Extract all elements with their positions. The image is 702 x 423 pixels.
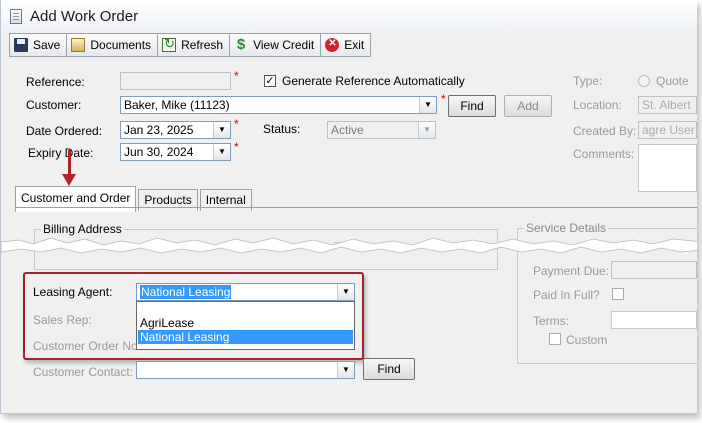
customer-contact-label: Customer Contact:	[33, 365, 134, 379]
paid-in-full-label: Paid In Full?	[533, 288, 600, 302]
customer-required-mark: *	[441, 92, 446, 106]
expiry-date-value: Jun 30, 2024	[124, 145, 194, 159]
documents-label: Documents	[90, 38, 152, 52]
leasing-option-national-leasing[interactable]: National Leasing	[138, 330, 353, 344]
chevron-down-icon[interactable]: ▼	[418, 122, 435, 138]
expiry-date-picker[interactable]: Jun 30, 2024 ▼	[120, 143, 231, 161]
generate-reference-checkbox[interactable]: ✓	[264, 75, 276, 87]
save-label: Save	[33, 38, 61, 52]
created-by-label: Created By:	[573, 124, 637, 138]
quote-radio[interactable]	[638, 75, 650, 87]
customer-value: Baker, Mike (11123)	[124, 98, 230, 112]
status-value: Active	[331, 123, 364, 137]
leasing-option-agrilease[interactable]: AgriLease	[138, 316, 353, 330]
dollar-icon: $	[236, 36, 246, 53]
reference-required-mark: *	[234, 69, 239, 83]
customer-label: Customer:	[26, 98, 82, 112]
refresh-icon	[162, 36, 177, 52]
customer-add-button[interactable]: Add	[504, 95, 552, 117]
date-ordered-required-mark: *	[234, 117, 239, 131]
reference-label: Reference:	[26, 75, 85, 89]
paid-in-full-checkbox[interactable]	[612, 288, 624, 300]
location-field[interactable]: St. Albert	[638, 96, 697, 114]
view-credit-label: View Credit	[253, 38, 315, 52]
custom-checkbox[interactable]	[549, 333, 561, 345]
terms-field[interactable]	[611, 311, 697, 329]
tab-strip: Customer and Order Products Internal	[15, 186, 254, 212]
window-title: Add Work Order	[30, 8, 139, 25]
folder-icon	[71, 38, 86, 52]
customer-contact-combobox[interactable]: ▼	[136, 361, 355, 379]
refresh-label: Refresh	[181, 38, 224, 52]
document-icon	[10, 9, 22, 24]
custom-label: Custom	[566, 333, 608, 347]
callout-arrow-shaft	[68, 150, 71, 177]
toolbar: Save Documents Refresh $ View Credit Exi…	[9, 33, 372, 57]
generate-reference-label: Generate Reference Automatically	[282, 74, 465, 88]
comments-textarea[interactable]	[638, 144, 697, 192]
add-work-order-window: Add Work Order Save Documents Refresh $ …	[0, 0, 697, 414]
torn-edge-separator	[1, 237, 697, 254]
payment-due-field[interactable]	[611, 261, 697, 279]
chevron-down-icon[interactable]: ▼	[337, 362, 354, 378]
documents-button[interactable]: Documents	[66, 33, 158, 57]
terms-label: Terms:	[533, 314, 569, 328]
date-ordered-label: Date Ordered:	[26, 124, 103, 138]
sales-rep-label: Sales Rep:	[33, 313, 92, 327]
exit-label: Exit	[344, 38, 365, 52]
location-label: Location:	[573, 98, 622, 112]
payment-due-label: Payment Due:	[533, 264, 610, 278]
refresh-button[interactable]: Refresh	[157, 33, 230, 57]
view-credit-button[interactable]: $ View Credit	[229, 33, 321, 57]
leasing-agent-combobox[interactable]: National Leasing ▼	[136, 283, 355, 301]
quote-label: Quote	[656, 74, 689, 88]
status-label: Status:	[263, 122, 301, 136]
callout-arrow-icon	[62, 174, 76, 186]
leasing-agent-value: National Leasing	[140, 285, 232, 299]
date-ordered-picker[interactable]: Jan 23, 2025 ▼	[120, 121, 231, 139]
created-by-field[interactable]: agre User	[638, 121, 697, 139]
customer-combobox[interactable]: Baker, Mike (11123) ▼	[120, 96, 437, 114]
exit-button[interactable]: Exit	[320, 33, 372, 57]
exit-icon	[325, 38, 340, 52]
leasing-agent-label: Leasing Agent:	[33, 285, 113, 299]
chevron-down-icon[interactable]: ▼	[419, 97, 436, 113]
reference-input[interactable]	[120, 72, 231, 90]
customer-order-label: Customer Order No:	[33, 339, 142, 353]
chevron-down-icon[interactable]: ▼	[213, 122, 230, 138]
expiry-required-mark: *	[234, 140, 239, 154]
chevron-down-icon[interactable]: ▼	[213, 144, 230, 160]
status-combobox[interactable]: Active ▼	[327, 121, 436, 139]
date-ordered-value: Jan 23, 2025	[124, 123, 194, 137]
save-button[interactable]: Save	[9, 33, 67, 57]
comments-label: Comments:	[573, 147, 635, 161]
customer-find-button[interactable]: Find	[448, 95, 496, 117]
title-bar: Add Work Order	[1, 0, 697, 32]
type-label: Type:	[573, 74, 603, 88]
contact-find-button[interactable]: Find	[363, 358, 415, 380]
chevron-down-icon[interactable]: ▼	[337, 284, 354, 300]
expiry-date-label: Expiry Date:	[28, 146, 94, 160]
leasing-agent-dropdown-list[interactable]: AgriLease National Leasing	[136, 301, 355, 350]
floppy-disk-icon	[14, 38, 28, 52]
